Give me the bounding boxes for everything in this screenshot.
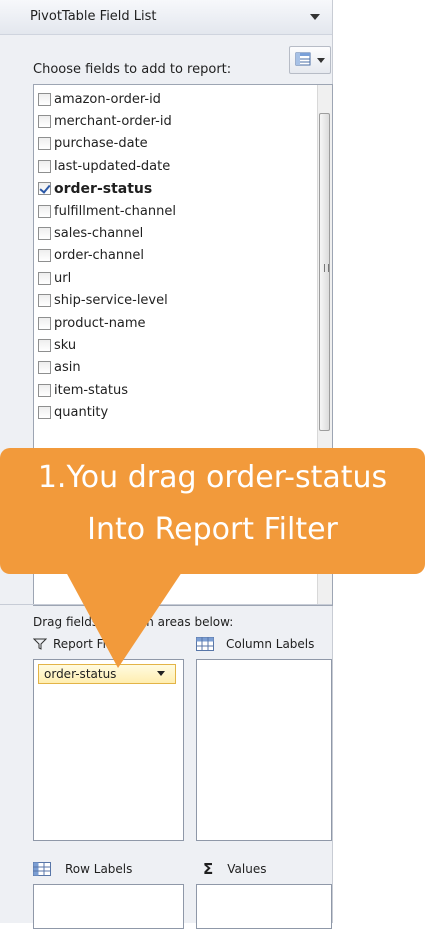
column-labels-icon — [196, 637, 214, 651]
pane-title: PivotTable Field List — [30, 9, 157, 24]
field-item[interactable]: last-updated-date — [38, 155, 170, 177]
column-labels-header: Column Labels — [196, 637, 314, 651]
field-item[interactable]: amazon-order-id — [38, 88, 161, 110]
field-checkbox[interactable] — [38, 316, 51, 330]
report-filter-drop-area[interactable]: order-status — [33, 659, 184, 841]
field-item[interactable]: ship-service-level — [38, 290, 168, 312]
field-label: purchase-date — [54, 136, 148, 152]
field-checkbox[interactable] — [38, 406, 51, 420]
layout-icon — [295, 52, 311, 66]
field-item[interactable]: purchase-date — [38, 133, 148, 155]
field-item[interactable]: asin — [38, 357, 81, 379]
field-item[interactable]: item-status — [38, 379, 128, 401]
field-label: order-channel — [54, 248, 144, 264]
field-checkbox[interactable] — [38, 226, 51, 240]
field-item[interactable]: order-channel — [38, 245, 144, 267]
pane-titlebar: PivotTable Field List — [0, 0, 332, 35]
field-item[interactable]: fulfillment-channel — [38, 200, 176, 222]
column-labels-label: Column Labels — [226, 637, 315, 651]
field-item[interactable]: product-name — [38, 312, 146, 334]
field-item[interactable]: url — [38, 267, 71, 289]
field-item[interactable]: quantity — [38, 402, 108, 424]
grip-icon — [324, 264, 329, 272]
field-label: last-updated-date — [54, 158, 171, 174]
field-label: item-status — [54, 382, 129, 398]
field-label: asin — [54, 360, 81, 376]
chevron-down-icon — [317, 58, 325, 63]
field-item[interactable]: order-status — [38, 178, 152, 200]
field-list-layout-button[interactable] — [289, 46, 331, 74]
field-label: sales-channel — [54, 225, 144, 241]
values-header: Σ Values — [203, 860, 266, 878]
choose-fields-label: Choose fields to add to report: — [33, 62, 232, 77]
row-labels-drop-area[interactable] — [33, 884, 184, 929]
field-label: product-name — [54, 315, 146, 331]
field-checkbox[interactable] — [38, 271, 51, 285]
values-drop-area[interactable] — [196, 884, 332, 929]
sigma-icon: Σ — [203, 860, 214, 878]
values-label: Values — [227, 862, 267, 876]
pane-menu-dropdown-icon[interactable] — [310, 14, 320, 20]
chevron-down-icon[interactable] — [157, 671, 165, 676]
field-label: order-status — [54, 180, 153, 197]
field-checkbox[interactable] — [38, 338, 51, 352]
field-item[interactable]: merchant-order-id — [38, 110, 172, 132]
field-checkbox[interactable] — [38, 383, 51, 397]
column-labels-drop-area[interactable] — [196, 659, 332, 841]
callout-line-2: Into Report Filter — [87, 512, 338, 547]
field-label: fulfillment-channel — [54, 203, 176, 219]
field-checkbox[interactable] — [38, 159, 51, 173]
callout-pointer — [66, 572, 182, 668]
field-checkbox[interactable] — [38, 114, 51, 128]
tutorial-callout: 1.You drag order-status Into Report Filt… — [0, 448, 425, 574]
scrollbar-thumb[interactable] — [319, 113, 330, 431]
field-label: sku — [54, 337, 77, 353]
filter-icon — [33, 638, 47, 650]
field-label: merchant-order-id — [54, 113, 172, 129]
row-labels-icon — [33, 862, 51, 876]
field-checkbox[interactable] — [38, 137, 51, 151]
field-checkbox[interactable] — [38, 204, 51, 218]
field-checkbox[interactable] — [38, 294, 51, 308]
field-checkbox[interactable] — [38, 361, 51, 375]
field-label: amazon-order-id — [54, 91, 161, 107]
field-checkbox[interactable] — [38, 249, 51, 263]
row-labels-label: Row Labels — [65, 862, 133, 876]
field-label: url — [54, 270, 72, 286]
callout-line-1: 1.You drag order-status — [37, 460, 388, 495]
field-checkbox[interactable] — [38, 182, 51, 196]
field-checkbox[interactable] — [38, 92, 51, 106]
field-item[interactable]: sales-channel — [38, 222, 143, 244]
filter-chip-label: order-status — [44, 667, 117, 681]
row-labels-header: Row Labels — [33, 862, 132, 876]
field-item[interactable]: sku — [38, 334, 76, 356]
field-label: ship-service-level — [54, 293, 168, 309]
field-label: quantity — [54, 405, 109, 421]
